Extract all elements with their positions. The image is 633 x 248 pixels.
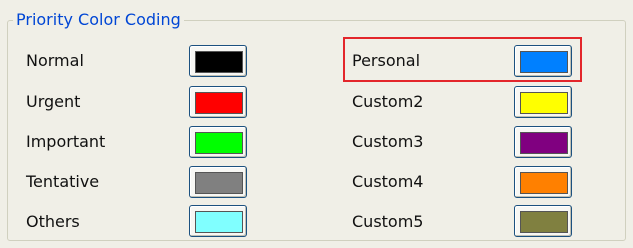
others-color-swatch [195, 211, 243, 233]
label-urgent: Urgent [26, 92, 81, 111]
custom2-color-swatch [520, 92, 568, 114]
normal-color-swatch [195, 51, 243, 73]
label-others: Others [26, 212, 80, 231]
label-custom5: Custom5 [352, 212, 424, 231]
label-important: Important [26, 132, 106, 151]
important-color-button[interactable] [189, 126, 247, 158]
custom3-color-button[interactable] [514, 126, 572, 158]
urgent-color-swatch [195, 92, 243, 114]
urgent-color-button[interactable] [189, 86, 247, 118]
custom5-color-button[interactable] [514, 205, 572, 237]
personal-highlight-box [343, 37, 582, 82]
important-color-swatch [195, 132, 243, 154]
label-custom2: Custom2 [352, 92, 424, 111]
custom4-color-swatch [520, 172, 568, 194]
label-custom4: Custom4 [352, 172, 424, 191]
label-tentative: Tentative [26, 172, 100, 191]
label-custom3: Custom3 [352, 132, 424, 151]
custom4-color-button[interactable] [514, 166, 572, 198]
others-color-button[interactable] [189, 205, 247, 237]
normal-color-button[interactable] [189, 45, 247, 77]
tentative-color-button[interactable] [189, 166, 247, 198]
custom5-color-swatch [520, 211, 568, 233]
label-normal: Normal [26, 51, 84, 70]
custom3-color-swatch [520, 132, 568, 154]
tentative-color-swatch [195, 172, 243, 194]
group-title: Priority Color Coding [13, 9, 184, 31]
custom2-color-button[interactable] [514, 86, 572, 118]
